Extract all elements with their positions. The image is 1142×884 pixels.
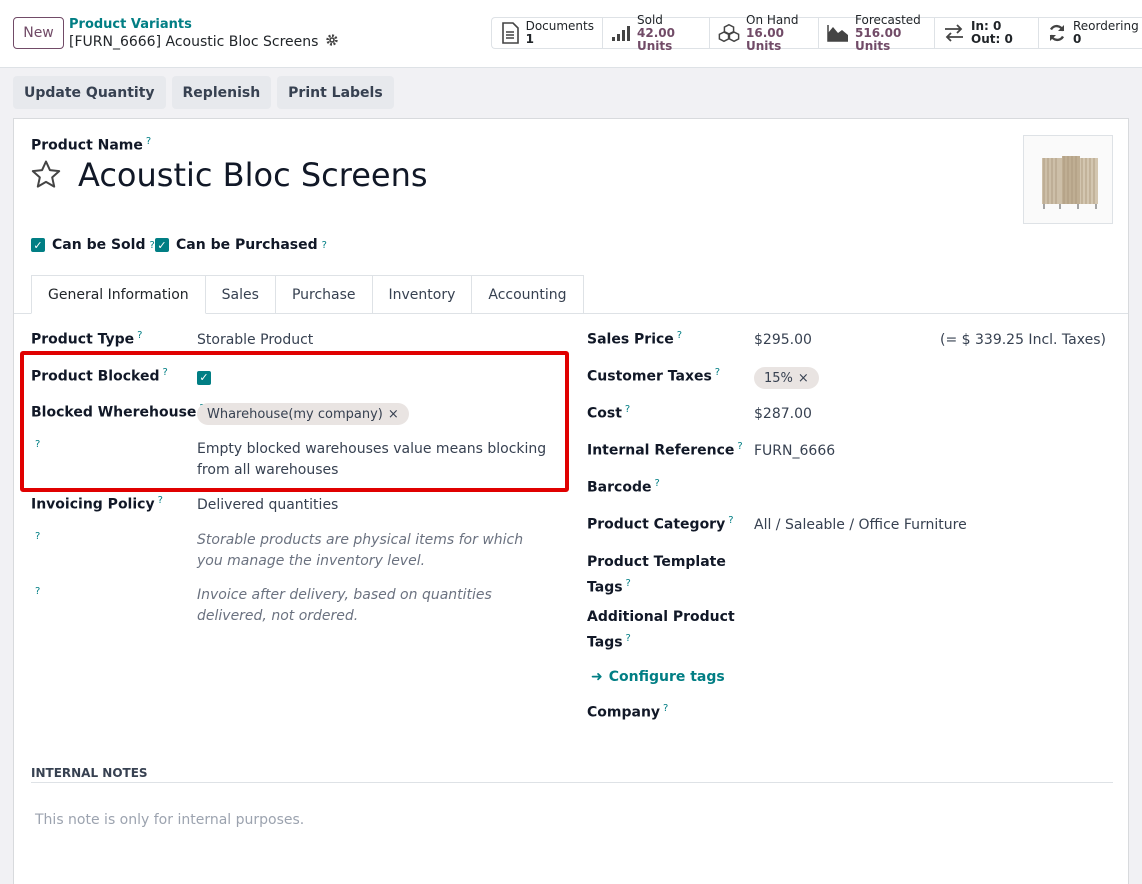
sold-value: 42.00 Units [637, 25, 675, 53]
control-panel: New Product Variants [FURN_6666] Acousti… [0, 0, 1142, 68]
cost-field[interactable]: $287.00 [754, 406, 812, 422]
customer-taxes-field[interactable]: 15% × [754, 367, 819, 389]
breadcrumb-parent-link[interactable]: Product Variants [69, 17, 192, 32]
can-be-purchased-label: Can be Purchased [176, 237, 318, 253]
tab-general-information[interactable]: General Information [31, 275, 206, 314]
product-type-label: Product Type? [31, 330, 143, 348]
in-out-smart-button[interactable]: In: 0 Out: 0 [934, 17, 1038, 49]
sold-title: Sold [637, 12, 663, 27]
forecasted-value: 516.00 Units [855, 25, 902, 53]
notes-divider [31, 782, 1113, 783]
internal-notes-title: INTERNAL NOTES [31, 766, 148, 780]
additional-product-tags-field[interactable] [754, 607, 1114, 629]
form-sheet: Product Name? Acoustic Bloc Screens ✓ Ca… [13, 118, 1129, 884]
barcode-label: Barcode? [587, 478, 660, 496]
on-hand-title: On Hand [746, 12, 799, 27]
tab-purchase[interactable]: Purchase [275, 275, 373, 314]
company-field[interactable] [754, 702, 1114, 724]
remove-tag-icon[interactable]: × [798, 371, 809, 386]
tab-inventory[interactable]: Inventory [372, 275, 473, 314]
sales-price-field[interactable]: $295.00 [754, 332, 812, 348]
can-be-purchased-checkbox[interactable]: ✓ [155, 238, 169, 252]
forecasted-smart-button[interactable]: Forecasted 516.00 Units [818, 12, 934, 52]
forecasted-title: Forecasted [855, 12, 921, 27]
product-template-tags-field[interactable] [754, 552, 1114, 574]
new-button[interactable]: New [13, 17, 64, 49]
update-quantity-button[interactable]: Update Quantity [13, 76, 166, 109]
help-tooltip-icon[interactable]: ? [35, 531, 40, 542]
smart-buttons: Documents 1 Sold 42.00 Units On Hand 16.00 … [491, 12, 1142, 52]
internal-reference-field[interactable]: FURN_6666 [754, 443, 835, 459]
document-icon [500, 22, 520, 44]
help-tooltip-icon[interactable]: ? [35, 586, 40, 597]
breadcrumb-current-label: [FURN_6666] Acoustic Bloc Screens [69, 34, 319, 50]
can-be-sold-label: Can be Sold [52, 237, 146, 253]
can-be-sold-field: ✓ Can be Sold? [31, 237, 155, 253]
storable-help-text: Storable products are physical items for… [197, 532, 524, 569]
incl-taxes-text: (= $ 339.25 Incl. Taxes) [940, 332, 1106, 348]
tab-accounting[interactable]: Accounting [472, 275, 584, 314]
arrow-right-icon: ➜ [591, 669, 603, 685]
can-be-sold-checkbox[interactable]: ✓ [31, 238, 45, 252]
product-type-field[interactable]: Storable Product [197, 332, 313, 348]
product-image[interactable] [1023, 135, 1113, 224]
sold-smart-button[interactable]: Sold 42.00 Units [602, 12, 709, 52]
bar-chart-icon [611, 25, 631, 41]
documents-value: 1 [525, 32, 534, 46]
on-hand-value: 16.00 Units [746, 25, 784, 53]
internal-reference-label: Internal Reference? [587, 441, 743, 459]
product-category-label: Product Category? [587, 515, 734, 533]
additional-product-tags-label: Additional Product Tags? [587, 609, 735, 651]
exchange-icon [943, 24, 965, 42]
product-name-label: Product Name? [31, 136, 152, 154]
configure-tags-link[interactable]: ➜ Configure tags [591, 669, 725, 685]
breadcrumb-current: [FURN_6666] Acoustic Bloc Screens [69, 33, 339, 51]
reordering-value: 0 [1073, 32, 1082, 46]
product-template-tags-label: Product Template Tags? [587, 554, 726, 596]
company-label: Company? [587, 703, 669, 721]
on-hand-smart-button[interactable]: On Hand 16.00 Units [709, 12, 818, 52]
out-count: Out: 0 [971, 32, 1013, 46]
sales-price-label: Sales Price? [587, 330, 683, 348]
documents-smart-button[interactable]: Documents 1 [491, 17, 602, 49]
highlight-box [20, 351, 569, 492]
reordering-title: Reordering R [1073, 19, 1142, 33]
product-category-field[interactable]: All / Saleable / Office Furniture [754, 517, 967, 533]
tax-tag: 15% × [754, 367, 819, 389]
can-be-purchased-field: ✓ Can be Purchased? [155, 237, 327, 253]
print-labels-button[interactable]: Print Labels [277, 76, 394, 109]
refresh-icon [1047, 23, 1067, 43]
cost-label: Cost? [587, 404, 631, 422]
invoicing-policy-field[interactable]: Delivered quantities [197, 497, 338, 513]
barcode-field[interactable] [754, 477, 1114, 499]
action-buttons: Update Quantity Replenish Print Labels [13, 76, 394, 109]
replenish-button[interactable]: Replenish [171, 76, 272, 109]
invoicing-policy-label: Invoicing Policy? [31, 495, 163, 513]
documents-title: Documents [525, 19, 594, 33]
tab-sales[interactable]: Sales [205, 275, 276, 314]
reordering-smart-button[interactable]: Reordering R0 [1038, 17, 1142, 49]
cubes-icon [718, 23, 740, 43]
customer-taxes-label: Customer Taxes? [587, 367, 721, 385]
invoice-help-text: Invoice after delivery, based on quantit… [197, 587, 492, 624]
notebook-tabs: General Information Sales Purchase Inven… [31, 275, 584, 314]
product-name-field[interactable]: Acoustic Bloc Screens [78, 156, 428, 194]
star-icon[interactable] [30, 159, 62, 195]
internal-notes-field[interactable]: This note is only for internal purposes. [35, 812, 304, 828]
gear-icon[interactable] [325, 33, 339, 51]
area-chart-icon [827, 24, 849, 42]
